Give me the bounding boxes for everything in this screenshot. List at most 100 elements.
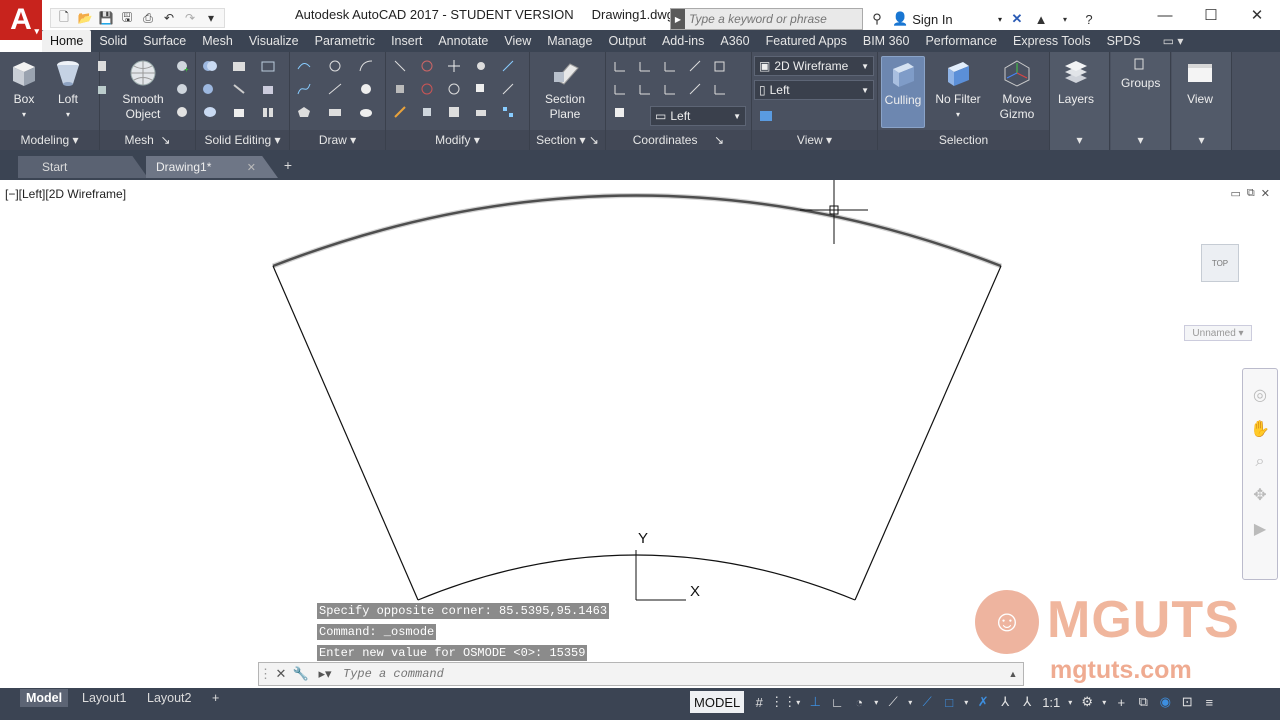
tab-performance[interactable]: Performance [917,30,1005,52]
panel-title-selection[interactable]: Selection [878,130,1049,150]
customize-menu-icon[interactable]: ≡ [1198,695,1220,710]
file-tab-drawing1[interactable]: Drawing1* ✕ [146,156,278,178]
shell-icon[interactable] [229,102,249,122]
zoom-icon[interactable]: ⌕ [1256,453,1265,471]
command-prompt-icon[interactable]: ▸▾ [311,666,339,682]
refine-mesh-icon[interactable] [172,102,192,122]
tab-view[interactable]: View [496,30,539,52]
spline-icon[interactable] [294,79,314,99]
culling-button[interactable]: Culling [881,56,925,128]
print-icon[interactable]: ⎙ [139,10,157,26]
sign-in-button[interactable]: 👤 Sign In ▾ [892,11,1002,27]
chevron-down-icon[interactable]: ▾ [960,698,972,707]
orbit-icon[interactable]: ✥ [1253,485,1266,505]
panel-title-view[interactable]: View ▾ [752,130,877,150]
layout-tab-model[interactable]: Model [20,689,69,707]
ortho-icon[interactable]: ∟ [826,695,848,710]
clean-screen-icon[interactable]: ⊡ [1176,694,1198,710]
tab-mesh[interactable]: Mesh [194,30,241,52]
helix-icon[interactable] [325,56,345,76]
ucs-world-icon[interactable] [635,56,655,76]
move-gizmo-button[interactable]: Move Gizmo [992,56,1042,122]
erase-icon[interactable] [390,102,410,122]
tab-output[interactable]: Output [600,30,654,52]
polygon-icon[interactable] [294,102,314,122]
ucs-dropdown[interactable]: ▭ Left ▼ [650,106,746,126]
offset-icon[interactable] [498,56,518,76]
scale-icon[interactable] [444,102,464,122]
file-tab-start[interactable]: Start [18,156,148,178]
viewcube[interactable]: TOP [1201,244,1239,282]
new-tab-icon[interactable]: + [280,157,296,173]
tab-parametric[interactable]: Parametric [307,30,383,52]
circle-icon[interactable] [356,79,376,99]
drag-handle-icon[interactable]: ⋮ [259,666,272,682]
customize-qat-icon[interactable]: ▾ [202,10,220,26]
layout-tab-layout1[interactable]: Layout1 [76,689,132,707]
infer-constraints-icon[interactable]: ⊥ [804,694,826,710]
rotate-icon[interactable] [444,79,464,99]
3d-move-icon[interactable] [417,56,437,76]
mesh-smooth-less-icon[interactable] [172,79,192,99]
ucs-named-icon[interactable] [610,102,630,122]
array-icon[interactable] [471,56,491,76]
ucs-icon[interactable] [610,56,630,76]
stretch-icon[interactable] [471,102,491,122]
ucs-x-icon[interactable] [660,56,680,76]
extract-edges-icon[interactable] [258,56,278,76]
tab-visualize[interactable]: Visualize [241,30,307,52]
separate-icon[interactable] [258,102,278,122]
search-input[interactable] [685,12,855,26]
chevron-down-icon[interactable]: ▾ [1098,698,1110,707]
close-icon[interactable]: ✕ [271,666,291,682]
arc-icon[interactable] [356,56,376,76]
add-icon[interactable]: + [1110,695,1132,710]
mirror-icon[interactable] [417,102,437,122]
tab-add-ins[interactable]: Add-ins [654,30,712,52]
copy-icon[interactable] [471,79,491,99]
slice-icon[interactable] [229,56,249,76]
extrude-faces-icon[interactable] [258,79,278,99]
line-icon[interactable] [325,79,345,99]
ucs-view-icon[interactable] [635,79,655,99]
new-icon[interactable]: 🗋 [55,10,73,26]
ucs-origin-icon[interactable] [610,79,630,99]
help-icon[interactable]: ? [1080,12,1098,27]
loft-button[interactable]: Loft ▾ [52,56,84,122]
panel-title-modeling[interactable]: Modeling ▾ [0,130,99,150]
a360-icon[interactable]: ▲ [1032,12,1050,27]
steering-wheel-icon[interactable]: ◎ [1253,385,1267,405]
application-menu-button[interactable]: A ▾ [0,0,42,40]
tab-express-tools[interactable]: Express Tools [1005,30,1099,52]
tab-spds[interactable]: SPDS [1099,30,1149,52]
section-plane-button[interactable]: Section Plane [542,56,588,122]
tab-a360[interactable]: A360 [712,30,757,52]
ucs-menu[interactable]: Unnamed ▾ [1184,325,1252,341]
open-icon[interactable]: 📂 [76,10,94,26]
annotation-scale-icon[interactable]: ⅄ [1016,694,1038,710]
rectangle-icon[interactable] [325,102,345,122]
visual-style-dropdown[interactable]: ▣ 2D Wireframe ▼ [754,56,874,76]
trim-icon[interactable] [390,79,410,99]
object-snap-icon[interactable]: □ [938,695,960,710]
auto-scale-icon[interactable]: ⅄ [994,694,1016,710]
tab-home[interactable]: Home [42,30,92,52]
view-expand-icon[interactable]: ▾ [1172,130,1231,150]
maximize-icon[interactable]: ☐ [1188,0,1234,30]
layout-tab-layout2[interactable]: Layout2 [141,689,197,707]
view-dropdown[interactable]: ▯ Left ▼ [754,80,874,100]
interfere-icon[interactable] [229,79,249,99]
layers-expand-icon[interactable]: ▾ [1050,130,1109,150]
fillet-icon[interactable] [390,56,410,76]
save-icon[interactable]: 💾 [97,10,115,26]
isodraft-icon[interactable]: ⟋ [882,694,904,710]
command-input[interactable] [343,667,1003,681]
expand-arrow-icon[interactable]: ▶ [671,9,685,29]
customize-wrench-icon[interactable]: 🔧 [291,666,311,682]
add-layout-icon[interactable]: + [206,689,225,707]
grid-icon[interactable]: # [748,695,770,710]
annotation-scale-value[interactable]: 1:1 [1038,695,1064,710]
panel-title-solid-editing[interactable]: Solid Editing ▾ [196,130,289,150]
tab-featured-apps[interactable]: Featured Apps [758,30,855,52]
chevron-down-icon[interactable]: ▾ [1064,698,1076,707]
